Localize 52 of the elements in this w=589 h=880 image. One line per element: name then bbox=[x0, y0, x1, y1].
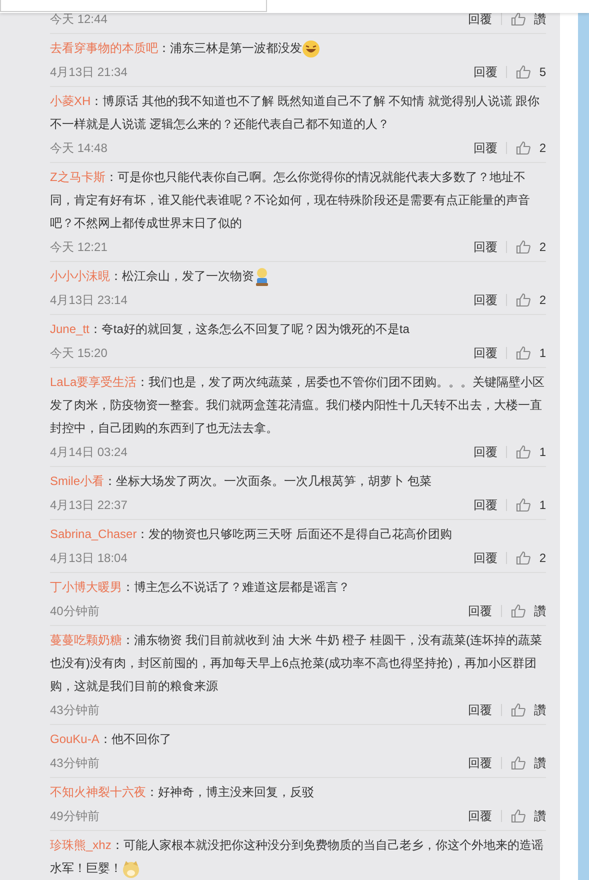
like-button[interactable]: 讚 bbox=[511, 602, 546, 620]
comment-time: 43分钟前 bbox=[50, 702, 100, 718]
comment-time: 今天 12:21 bbox=[50, 238, 108, 256]
comment-text: June_tt：夸ta好的就回复，这条怎么不回复了呢？因为饿死的不是ta bbox=[50, 321, 410, 338]
comment-time: 今天 12:44 bbox=[50, 10, 108, 28]
like-button[interactable]: 2 bbox=[516, 290, 546, 308]
comment-text: Sabrina_Chaser：发的物资也只够吃两三天呀 后面还不是得自己花高价团购 bbox=[50, 526, 454, 543]
like-button[interactable]: 1 bbox=[516, 496, 546, 514]
comment-text: 不知火神裂十六夜：好神奇，博主没来回复，反驳 bbox=[50, 784, 315, 801]
comment-time: 43分钟前 bbox=[50, 754, 100, 772]
comment-text: 去看穿事物的本质吧：浦东三林是第一波都没发 bbox=[50, 37, 546, 60]
like-button[interactable]: 1 bbox=[516, 344, 546, 362]
reply-link[interactable]: 回覆 bbox=[473, 496, 498, 514]
comment-text: 小小小沫晛：松江佘山，发了一次物资 bbox=[50, 265, 546, 288]
like-button[interactable]: 讚 bbox=[511, 806, 546, 824]
comment-text: 蔓蔓吃颗奶糖：浦东物资 我们目前就收到 油 大米 牛奶 橙子 桂圆干，没有蔬菜(连坏掉的蔬菜也没有)没有肉，封区前囤的，再加每天早上6点抢菜(成功率不高也得坚持抢)，再加小区群团购，这就是我们目前的粮食来源 bbox=[50, 632, 543, 695]
reply-link[interactable]: 回覆 bbox=[473, 62, 498, 80]
reply-link[interactable]: 回覆 bbox=[473, 138, 498, 156]
comment-time: 40分钟前 bbox=[50, 602, 100, 620]
comment-time: 49分钟前 bbox=[50, 808, 100, 824]
comment-time: 今天 15:20 bbox=[50, 344, 108, 362]
like-button[interactable]: 讚 bbox=[511, 754, 546, 772]
like-button[interactable]: 2 bbox=[516, 548, 546, 566]
reply-link[interactable]: 回覆 bbox=[473, 442, 498, 460]
reply-link[interactable]: 回覆 bbox=[468, 10, 492, 28]
like-button[interactable]: 1 bbox=[516, 442, 546, 460]
like-button[interactable]: 讚 bbox=[511, 700, 546, 718]
reply-link[interactable]: 回覆 bbox=[473, 344, 498, 362]
like-button[interactable]: 2 bbox=[516, 238, 546, 256]
comment-time: 4月13日 21:34 bbox=[50, 64, 128, 80]
comment-text: Z之马卡斯：可是你也只能代表你自己啊。怎么你觉得你的情况就能代表大多数了？地址不同，肯定有好有坏，谁又能代表谁呢？不论如何，现在特殊阶段还是需要有点正能量的声音吧？不然网上都传成世界末日了似的 bbox=[50, 169, 531, 232]
comment-text: LaLa要享受生活：我们也是，发了两次纯蔬菜，居委也不管你们团不团购。。。关键隔壁小区发了肉米，防疫物资一整套。我们就两盒莲花清瘟。我们楼内阳性十几天转不出去，大楼一直封控中，自己团购的东西到了也无法去拿。 bbox=[50, 374, 546, 437]
comment-time: 4月13日 22:37 bbox=[50, 496, 128, 514]
like-button[interactable]: 2 bbox=[516, 138, 546, 156]
reply-link[interactable]: 回覆 bbox=[468, 602, 492, 620]
reply-link[interactable]: 回覆 bbox=[468, 700, 492, 718]
comment-time: 4月13日 18:04 bbox=[50, 550, 128, 566]
comment-time: 今天 14:48 bbox=[50, 140, 108, 156]
reply-link[interactable]: 回覆 bbox=[468, 806, 492, 824]
comment-text: GouKu-A：他不回你了 bbox=[50, 731, 172, 748]
comment-time: 4月13日 23:14 bbox=[50, 292, 128, 308]
comment-time: 4月14日 03:24 bbox=[50, 444, 128, 460]
reply-link[interactable]: 回覆 bbox=[473, 290, 498, 308]
reply-link[interactable]: 回覆 bbox=[473, 238, 498, 256]
comment-text: 丁小博大暖男：博主怎么不说话了？难道这层都是谣言？ bbox=[50, 579, 351, 596]
comment-text: 小菱XH：博原话 其他的我不知道也不了解 既然知道自己不了解 不知情 就觉得别人说谎 跟你不一样就是人说谎 逻辑怎么来的？还能代表自己都不知道的人？ bbox=[50, 93, 540, 133]
like-button[interactable]: 5 bbox=[516, 62, 546, 80]
comment-text: 珍珠熊_xhz：可能人家根本就没把你这种没分到免费物质的当自己老乡，你这个外地来的造谣水军！巨婴！ bbox=[50, 834, 546, 880]
like-button[interactable]: 讚 bbox=[511, 10, 546, 28]
comment-text: Smile小看：坐标大场发了两次。一次面条。一次几根莴笋，胡萝卜 包菜 bbox=[50, 473, 432, 490]
reply-link[interactable]: 回覆 bbox=[468, 754, 492, 772]
reply-link[interactable]: 回覆 bbox=[473, 548, 498, 566]
